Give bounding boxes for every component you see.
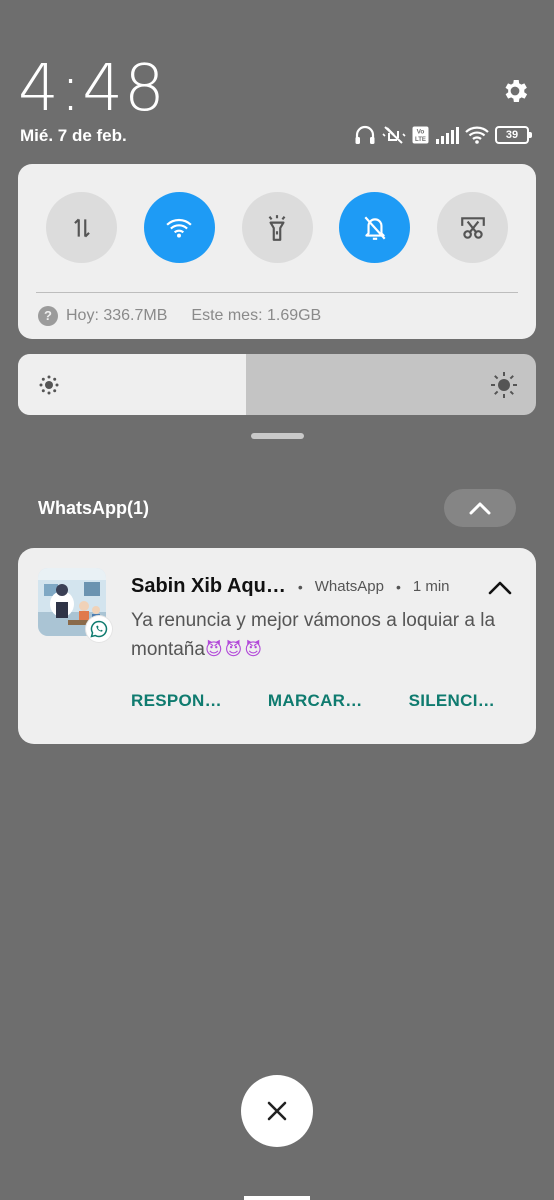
- notification-actions: RESPON… MARCAR… SILENCI…: [131, 691, 495, 711]
- divider: [36, 292, 518, 293]
- scissors-icon: [460, 216, 485, 239]
- status-bar-icons: Vo LTE 39: [354, 124, 532, 146]
- tile-screenshot[interactable]: [437, 192, 508, 263]
- tile-mobile-data[interactable]: [46, 192, 117, 263]
- chevron-up-icon[interactable]: [488, 580, 512, 596]
- brightness-low-icon: [39, 375, 59, 395]
- headphones-icon: [355, 125, 375, 144]
- bell-off-icon: [364, 216, 386, 240]
- battery-icon: 39: [495, 126, 532, 144]
- separator: •: [395, 578, 401, 595]
- flashlight-icon: [268, 214, 286, 241]
- notification-header: Sabin Xib Aqu… • WhatsApp • 1 min: [131, 575, 450, 598]
- wifi-icon: [166, 218, 192, 238]
- signal-icon: [436, 127, 459, 144]
- volte-icon: Vo LTE: [412, 126, 429, 144]
- usage-today: Hoy: 336.7MB: [66, 307, 168, 324]
- svg-text:Vo: Vo: [417, 129, 425, 136]
- quick-settings-row: [46, 192, 508, 263]
- battery-level: 39: [495, 126, 529, 144]
- quick-settings-panel: ? Hoy: 336.7MB Este mes: 1.69GB: [18, 164, 536, 339]
- tile-flashlight[interactable]: [241, 192, 313, 263]
- separator: •: [297, 578, 303, 595]
- clock-date: Mié. 7 de feb.: [20, 126, 127, 145]
- usage-month: Este mes: 1.69GB: [191, 307, 322, 324]
- wifi-icon: [465, 126, 489, 144]
- data-usage: ? Hoy: 336.7MB Este mes: 1.69GB: [38, 304, 321, 328]
- gear-icon[interactable]: [500, 76, 530, 106]
- tile-wifi[interactable]: [143, 192, 215, 263]
- close-icon: [267, 1101, 287, 1121]
- data-arrows-icon: [73, 218, 90, 237]
- whatsapp-notification[interactable]: Sabin Xib Aqu… • WhatsApp • 1 min Ya ren…: [18, 548, 536, 744]
- help-icon[interactable]: ?: [38, 306, 58, 326]
- drag-handle[interactable]: [251, 433, 304, 439]
- chevron-up-icon: [469, 502, 491, 515]
- tile-silent[interactable]: [339, 192, 411, 263]
- svg-text:LTE: LTE: [415, 137, 426, 143]
- mark-read-button[interactable]: MARCAR…: [268, 691, 363, 711]
- sender-name: Sabin Xib Aqu…: [131, 575, 286, 597]
- notification-group-title: WhatsApp(1): [38, 498, 149, 518]
- message-text: Ya renuncia y mejor vámonos a loquiar a …: [131, 610, 496, 660]
- group-collapse-button[interactable]: [444, 489, 516, 527]
- reply-button[interactable]: RESPON…: [131, 691, 222, 711]
- mute-button[interactable]: SILENCI…: [409, 691, 495, 711]
- whatsapp-badge-icon: [86, 616, 112, 642]
- app-name: WhatsApp: [314, 578, 384, 595]
- message-emoji: 😈😈😈: [204, 640, 265, 659]
- navigation-bar[interactable]: [244, 1196, 310, 1200]
- brightness-high-icon: [491, 372, 517, 398]
- notification-message: Ya renuncia y mejor vámonos a loquiar a …: [131, 606, 526, 664]
- notification-time: 1 min: [412, 578, 450, 595]
- clear-all-button[interactable]: [241, 1075, 313, 1147]
- mute-vibrate-icon: [382, 126, 406, 144]
- clock-time: 4:48: [18, 52, 166, 126]
- brightness-slider[interactable]: [18, 354, 536, 415]
